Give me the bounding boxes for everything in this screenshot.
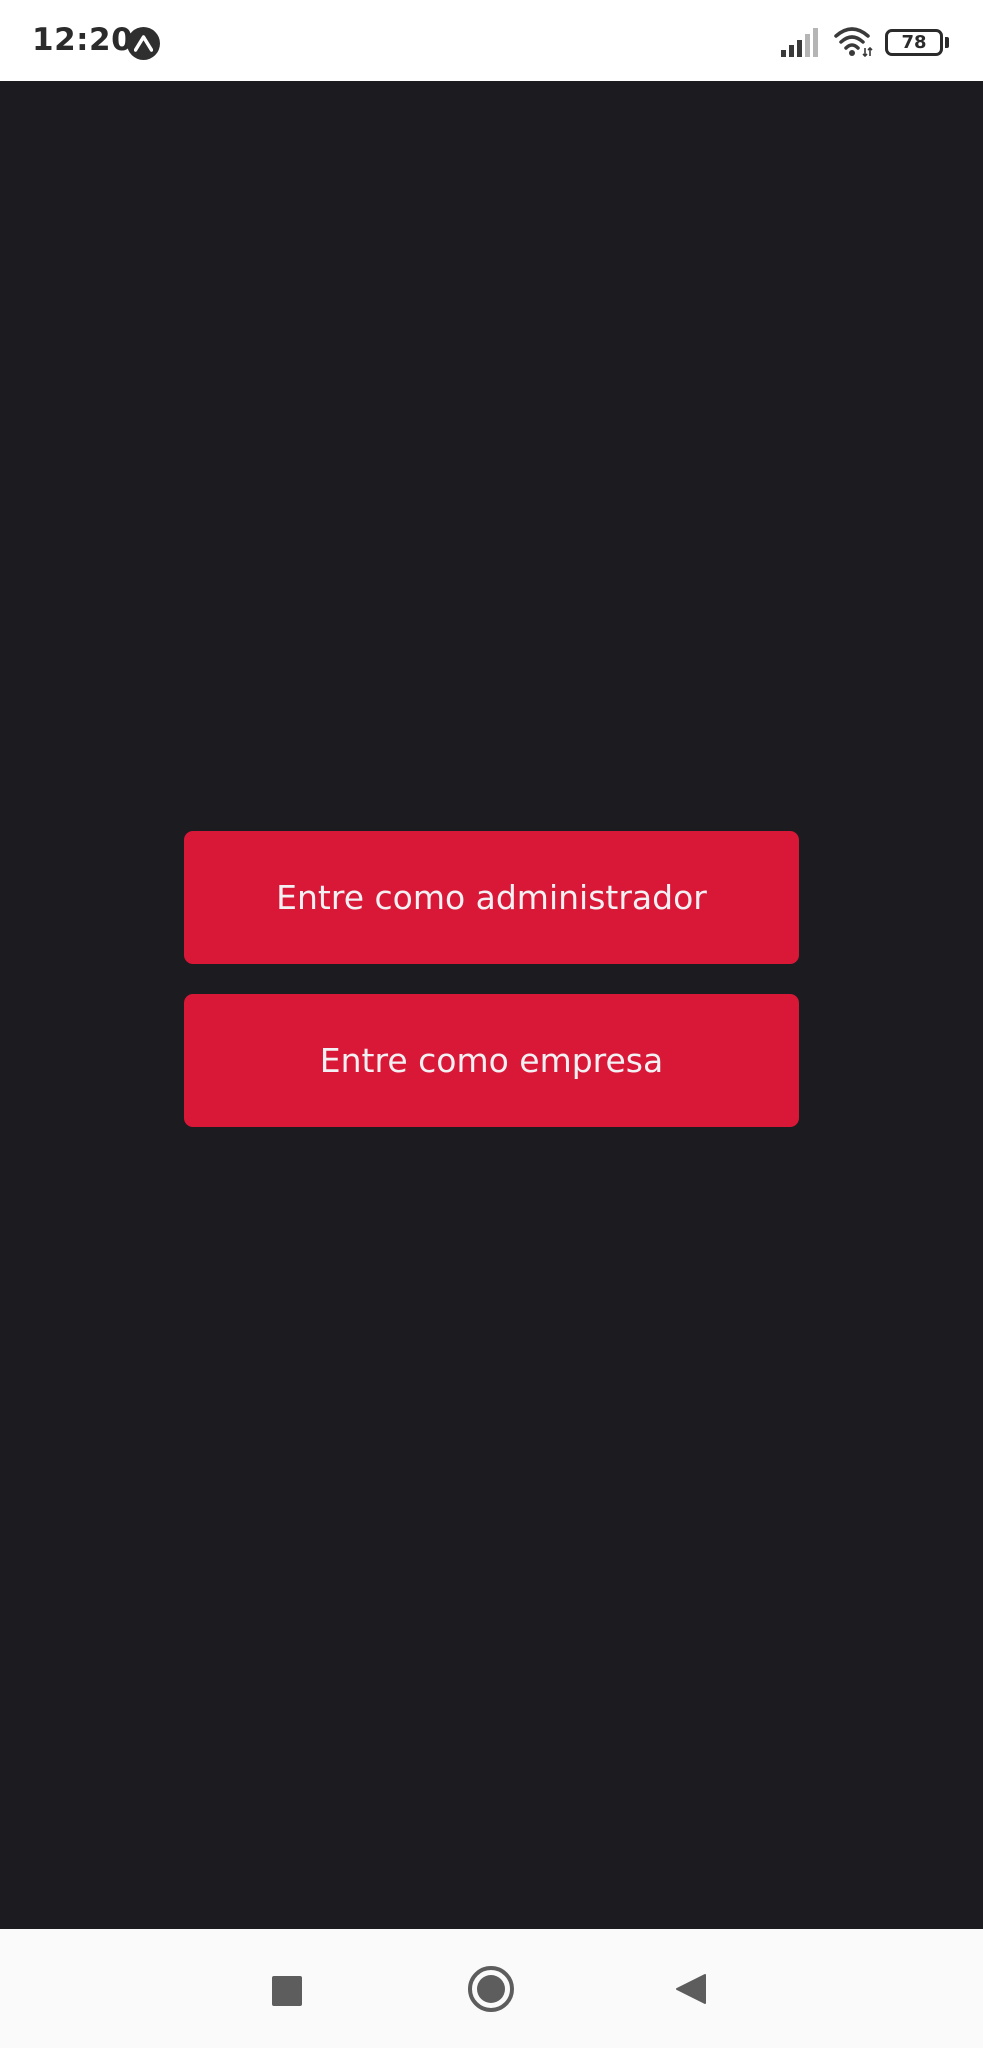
home-icon[interactable]	[468, 1966, 514, 2012]
status-bar: 12:20 78	[0, 0, 983, 81]
status-time: 12:20	[32, 22, 134, 58]
back-icon[interactable]	[675, 1973, 707, 2010]
login-admin-button[interactable]: Entre como administrador	[184, 831, 799, 964]
app-screen: Entre como administrador Entre como empr…	[0, 81, 983, 1929]
signal-icon	[781, 28, 821, 63]
battery-icon: 78	[885, 29, 943, 56]
battery-level: 78	[901, 32, 927, 53]
battery-tip	[945, 37, 949, 48]
navigation-bar	[0, 1929, 983, 2048]
home-icon-inner	[477, 1975, 505, 2003]
expo-icon	[127, 27, 160, 60]
login-company-button[interactable]: Entre como empresa	[184, 994, 799, 1127]
recents-icon[interactable]	[272, 1976, 302, 2006]
wifi-icon	[834, 26, 874, 63]
